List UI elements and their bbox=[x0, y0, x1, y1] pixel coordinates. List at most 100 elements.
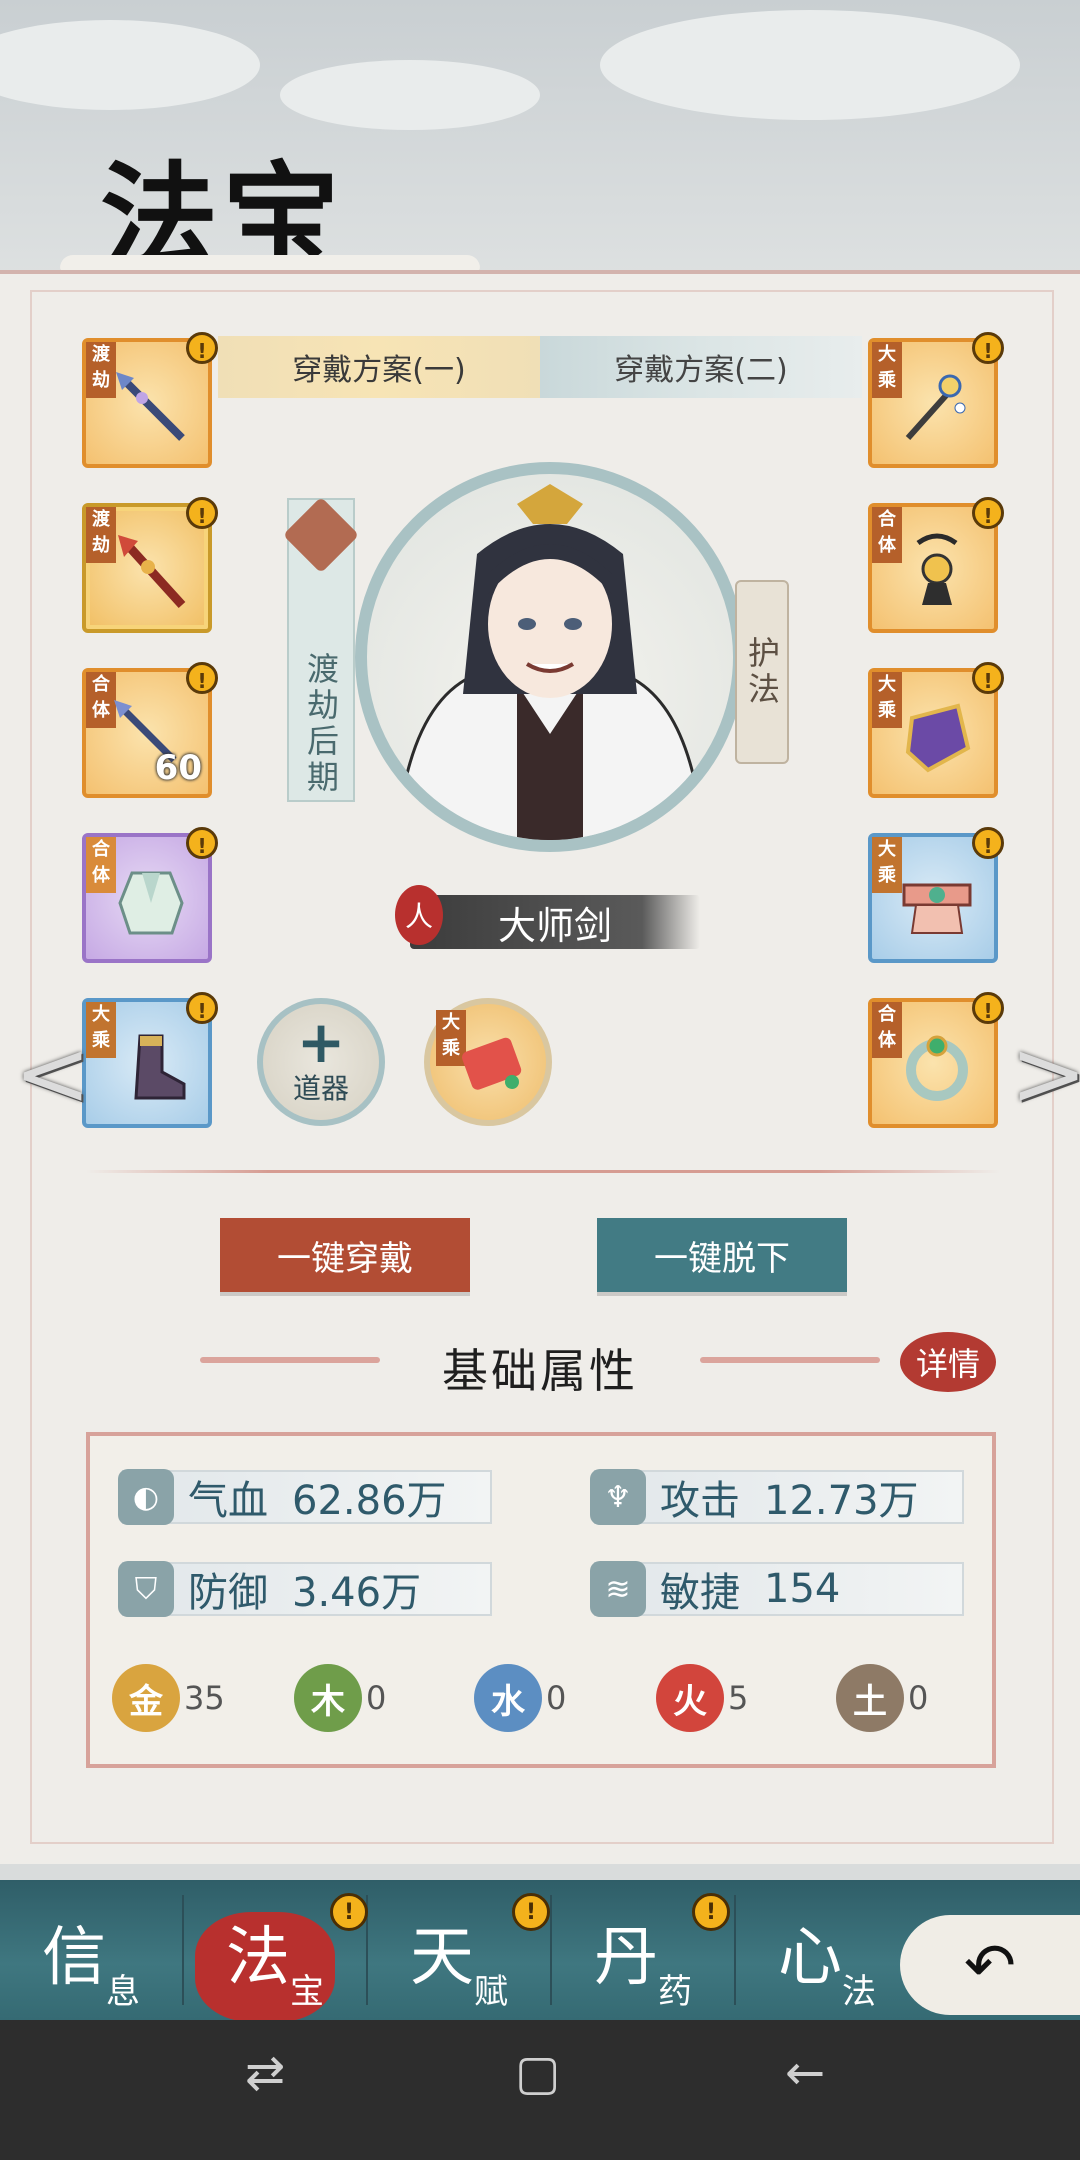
stat-value: 154 bbox=[764, 1566, 841, 1612]
element-value: 35 bbox=[184, 1679, 225, 1717]
equip-slot-left-4[interactable]: 合体 ! bbox=[82, 827, 218, 963]
alert-badge: ! bbox=[972, 497, 1004, 529]
prev-arrow-icon[interactable]: < bbox=[14, 1020, 91, 1127]
stat-label: 气血 bbox=[188, 1478, 268, 1524]
nav-sublabel: 赋 bbox=[474, 1972, 508, 2012]
stat-value: 12.73万 bbox=[764, 1478, 919, 1524]
alert-badge: ! bbox=[972, 662, 1004, 694]
element-earth: 土 0 bbox=[836, 1664, 928, 1732]
realm-label: 渡劫后期 bbox=[302, 652, 340, 796]
fire-element-icon: 火 bbox=[656, 1664, 724, 1732]
alert-badge: ! bbox=[186, 497, 218, 529]
metal-element-icon: 金 bbox=[112, 1664, 180, 1732]
ring-icon bbox=[906, 1035, 968, 1101]
nav-label: 丹 bbox=[594, 1921, 658, 1995]
spear-icon bbox=[116, 372, 185, 441]
tool-slot-label: 道器 bbox=[292, 1072, 349, 1105]
guard-label: 护法 bbox=[743, 636, 781, 708]
realm-banner: 渡劫后期 bbox=[282, 496, 360, 802]
nav-sublabel: 药 bbox=[658, 1972, 692, 2012]
element-value: 0 bbox=[908, 1679, 929, 1717]
shield-icon: ⛉ bbox=[118, 1561, 174, 1617]
nav-sublabel: 宝 bbox=[290, 1972, 324, 2012]
return-arrow-icon[interactable]: ↶ bbox=[900, 1915, 1080, 2015]
talisman-slot[interactable]: 大乘 bbox=[424, 998, 552, 1126]
talisman-icon bbox=[462, 1037, 522, 1090]
equip-slot-right-2[interactable]: 合体 ! bbox=[868, 497, 1004, 633]
remove-all-button[interactable]: 一键脱下 bbox=[597, 1218, 847, 1292]
cloud-decoration bbox=[0, 20, 260, 110]
character-name: 大师剑 bbox=[497, 903, 612, 948]
wing-icon: ≋ bbox=[590, 1561, 646, 1617]
nav-method[interactable]: 心法 bbox=[736, 1880, 918, 2020]
nav-label: 天 bbox=[410, 1921, 474, 1995]
element-water: 水 0 bbox=[474, 1664, 566, 1732]
equip-slot-right-3[interactable]: 大乘 ! bbox=[868, 662, 1004, 798]
stat-label: 敏捷 bbox=[660, 1570, 740, 1616]
element-metal: 金 35 bbox=[112, 1664, 225, 1732]
cloud-decoration bbox=[280, 60, 540, 130]
nav-label: 信 bbox=[42, 1921, 106, 1995]
detail-button[interactable]: 详情 bbox=[900, 1332, 996, 1392]
wood-element-icon: 木 bbox=[294, 1664, 362, 1732]
nav-label: 法 bbox=[226, 1921, 290, 1995]
nav-sublabel: 息 bbox=[106, 1972, 140, 2012]
stat-value: 62.86万 bbox=[292, 1478, 447, 1524]
stat-label: 攻击 bbox=[660, 1478, 740, 1524]
robe-icon bbox=[118, 871, 184, 935]
home-icon[interactable]: ▢ bbox=[515, 2045, 560, 2101]
realm-seal-icon bbox=[282, 496, 360, 574]
stat-label: 防御 bbox=[188, 1570, 268, 1616]
cloud-decoration bbox=[600, 10, 1020, 120]
stat-defense: ⛉ 防御 3.46万 bbox=[118, 1561, 492, 1617]
character-avatar bbox=[401, 484, 699, 840]
sword-hilt-icon: ♆ bbox=[590, 1469, 646, 1525]
tab-outfit-1[interactable]: 穿戴方案(一) bbox=[218, 336, 540, 398]
stat-hp: ◐ 气血 62.86万 bbox=[118, 1469, 492, 1525]
tool-slot-button[interactable]: + 道器 bbox=[257, 998, 385, 1126]
hairpin-icon bbox=[905, 374, 966, 440]
stat-value: 3.46万 bbox=[292, 1570, 422, 1616]
alert-badge: ! bbox=[186, 992, 218, 1024]
alert-badge: ! bbox=[972, 992, 1004, 1024]
back-icon[interactable]: ← bbox=[785, 2045, 825, 2101]
equip-slot-right-5[interactable]: 合体 ! bbox=[868, 992, 1004, 1128]
element-value: 0 bbox=[546, 1679, 567, 1717]
section-divider bbox=[86, 1170, 1000, 1173]
tab-outfit-2[interactable]: 穿戴方案(二) bbox=[540, 336, 862, 398]
alert-badge: ! bbox=[972, 827, 1004, 859]
character-portrait[interactable] bbox=[355, 462, 745, 852]
equip-slot-left-5[interactable]: 大乘 ! bbox=[82, 992, 218, 1128]
next-arrow-icon[interactable]: > bbox=[1010, 1020, 1080, 1127]
alert-badge: ! bbox=[186, 662, 218, 694]
belt-icon bbox=[902, 883, 972, 934]
halberd-icon bbox=[118, 535, 186, 609]
plus-icon: + bbox=[296, 1008, 346, 1076]
alert-badge: ! bbox=[330, 1893, 368, 1931]
race-mark: 人 bbox=[395, 885, 443, 945]
nav-info[interactable]: 信息 bbox=[0, 1880, 182, 2020]
recent-apps-icon[interactable]: ⇄ bbox=[245, 2045, 285, 2101]
stat-agility: ≋ 敏捷 154 bbox=[590, 1561, 964, 1617]
armor-icon bbox=[905, 703, 971, 773]
alert-badge: ! bbox=[186, 827, 218, 859]
alert-badge: ! bbox=[972, 332, 1004, 364]
stat-attack: ♆ 攻击 12.73万 bbox=[590, 1469, 964, 1525]
equip-slot-left-2[interactable]: 渡劫 ! bbox=[82, 497, 218, 633]
wear-all-button[interactable]: 一键穿戴 bbox=[220, 1218, 470, 1292]
element-fire: 火 5 bbox=[656, 1664, 748, 1732]
guard-button[interactable]: 护法 bbox=[735, 580, 789, 764]
equip-slot-left-1[interactable]: 渡劫 ! bbox=[82, 332, 218, 468]
element-value: 0 bbox=[366, 1679, 387, 1717]
boot-icon bbox=[134, 1034, 186, 1100]
nav-label: 心 bbox=[778, 1921, 842, 1995]
element-wood: 木 0 bbox=[294, 1664, 386, 1732]
equip-slot-right-4[interactable]: 大乘 ! bbox=[868, 827, 1004, 963]
equip-slot-left-3[interactable]: 合体 60 ! bbox=[82, 662, 218, 798]
alert-badge: ! bbox=[692, 1893, 730, 1931]
alert-badge: ! bbox=[512, 1893, 550, 1931]
equip-slot-right-1[interactable]: 大乘 ! bbox=[868, 332, 1004, 468]
item-count: 60 bbox=[154, 748, 202, 788]
water-element-icon: 水 bbox=[474, 1664, 542, 1732]
element-value: 5 bbox=[728, 1679, 749, 1717]
